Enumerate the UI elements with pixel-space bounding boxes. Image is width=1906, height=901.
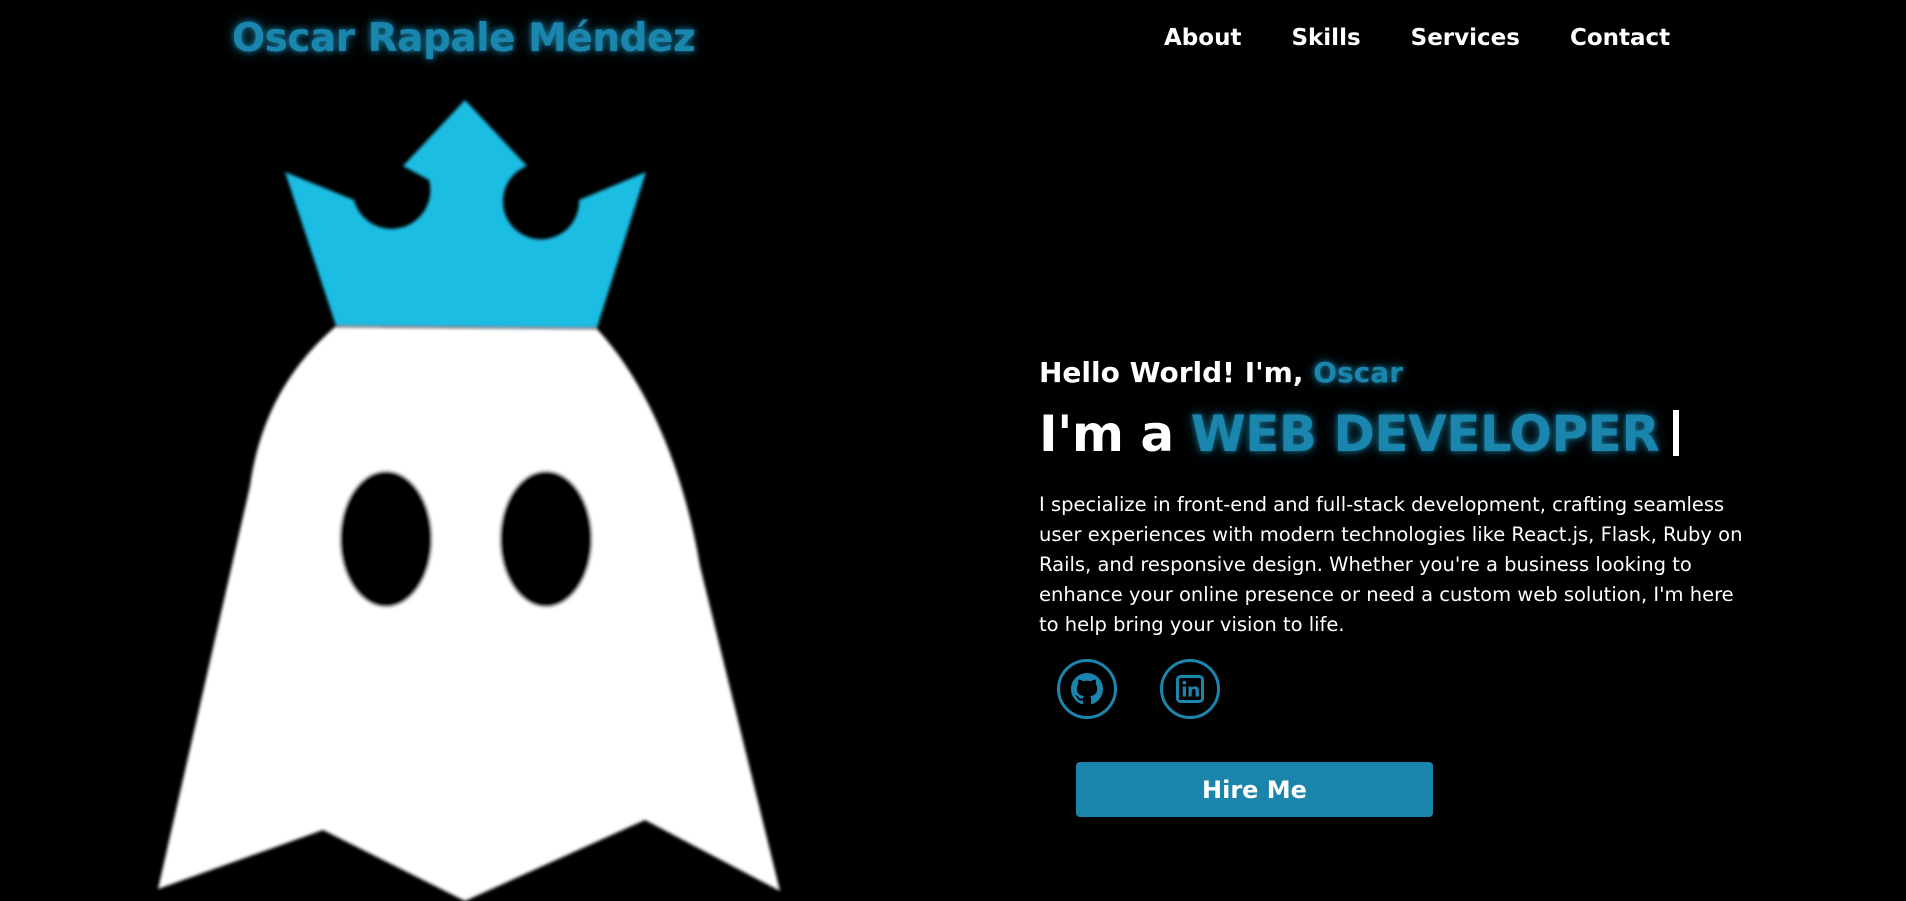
crown-shape	[285, 100, 646, 328]
greeting-text: Hello World! I'm,	[1039, 356, 1304, 389]
crowned-ghost-icon	[158, 100, 780, 901]
nav-link-contact[interactable]: Contact	[1570, 25, 1670, 51]
ghost-body	[158, 327, 780, 901]
linkedin-link[interactable]	[1160, 659, 1220, 719]
hero-role: I'm a WEB DEVELOPER	[1039, 405, 1680, 463]
hero-name: Oscar	[1313, 356, 1404, 389]
ghost-left-eye	[340, 471, 432, 607]
hire-me-button[interactable]: Hire Me	[1076, 762, 1433, 817]
role-title: WEB DEVELOPER	[1190, 405, 1660, 463]
role-prefix: I'm a	[1039, 405, 1174, 463]
typing-caret	[1673, 410, 1680, 456]
nav-link-services[interactable]: Services	[1411, 25, 1520, 51]
hero-description: I specialize in front-end and full-stack…	[1039, 493, 1743, 636]
nav-link-skills[interactable]: Skills	[1291, 25, 1360, 51]
nav-link-about[interactable]: About	[1164, 25, 1241, 51]
hero-greeting: Hello World! I'm, Oscar	[1039, 356, 1403, 389]
github-icon	[1071, 673, 1103, 705]
github-link[interactable]	[1057, 659, 1117, 719]
main-nav: About Skills Services Contact	[1164, 25, 1670, 51]
linkedin-icon	[1176, 675, 1204, 703]
page: Oscar Rapale Méndez About Skills Service…	[0, 0, 1906, 901]
brand-name[interactable]: Oscar Rapale Méndez	[232, 16, 696, 61]
ghost-right-eye	[500, 471, 592, 607]
